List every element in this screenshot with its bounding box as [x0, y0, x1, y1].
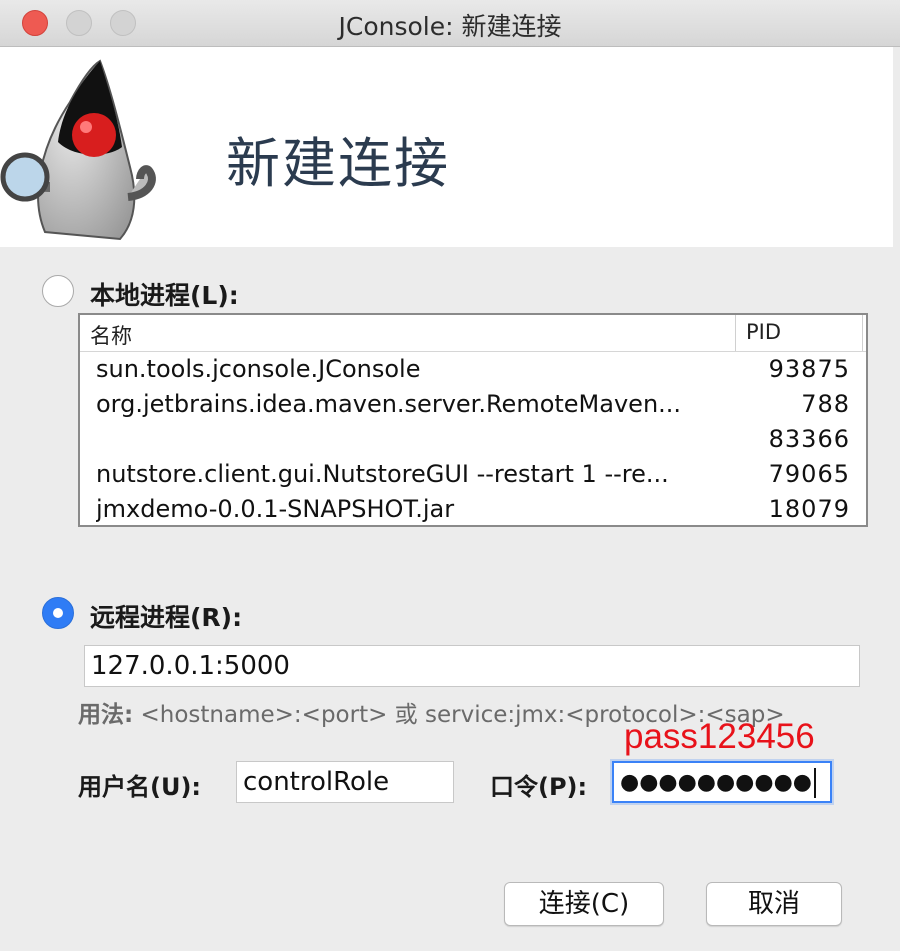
process-name: org.jetbrains.idea.maven.server.RemoteMa… [96, 390, 682, 418]
table-row[interactable]: org.jetbrains.idea.maven.server.RemoteMa… [80, 388, 866, 423]
column-header-name[interactable]: 名称 [90, 320, 132, 350]
local-process-radio[interactable] [42, 275, 74, 307]
password-label: 口令(P): [490, 773, 588, 801]
dialog-heading: 新建连接 [226, 132, 450, 195]
cancel-button[interactable]: 取消 [706, 882, 842, 926]
username-label: 用户名(U): [78, 773, 202, 801]
remote-process-label: 远程进程(R): [90, 603, 243, 632]
window-title: JConsole: 新建连接 [338, 12, 562, 41]
process-pid: 93875 [768, 355, 850, 383]
local-process-table[interactable]: 名称 PID sun.tools.jconsole.JConsole 93875… [78, 313, 868, 527]
table-row[interactable]: sun.tools.jconsole.JConsole 93875 [80, 353, 866, 388]
table-row[interactable]: 83366 [80, 423, 866, 458]
local-process-label: 本地进程(L): [90, 281, 239, 310]
process-name: jmxdemo-0.0.1-SNAPSHOT.jar [96, 495, 455, 523]
remote-process-radio[interactable] [42, 597, 74, 629]
remote-address-input[interactable]: 127.0.0.1:5000 [84, 645, 860, 687]
process-pid: 18079 [768, 495, 850, 523]
title-bar: JConsole: 新建连接 [0, 0, 900, 47]
password-mask: ●●●●●●●●●● [620, 770, 812, 795]
dialog-header: 新建连接 [0, 47, 893, 247]
text-caret [813, 768, 816, 798]
username-input[interactable]: controlRole [236, 761, 454, 803]
table-row[interactable]: nutstore.client.gui.NutstoreGUI --restar… [80, 458, 866, 493]
process-pid: 79065 [768, 460, 850, 488]
usage-prefix: 用法: [78, 702, 134, 728]
java-duke-mascot-icon [0, 59, 156, 241]
password-annotation: pass123456 [624, 717, 815, 756]
process-pid: 83366 [768, 425, 850, 453]
connect-button[interactable]: 连接(C) [504, 882, 664, 926]
password-input[interactable]: ●●●●●●●●●● [612, 761, 832, 803]
table-header: 名称 PID [80, 315, 866, 352]
process-pid: 788 [801, 390, 850, 418]
table-row[interactable]: jmxdemo-0.0.1-SNAPSHOT.jar 18079 [80, 493, 866, 528]
process-name: nutstore.client.gui.NutstoreGUI --restar… [96, 460, 669, 488]
column-header-pid[interactable]: PID [746, 320, 781, 344]
process-name: sun.tools.jconsole.JConsole [96, 355, 421, 383]
